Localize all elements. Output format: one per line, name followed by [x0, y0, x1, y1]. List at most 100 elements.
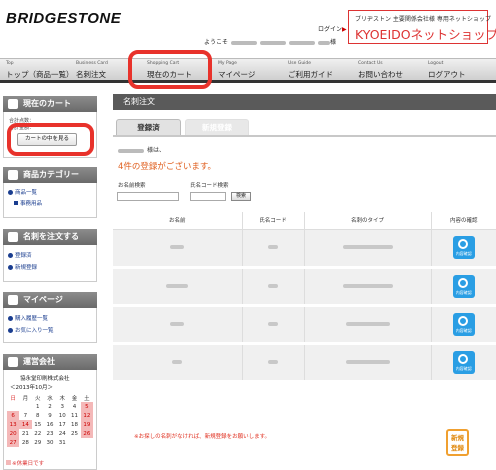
cell-type — [304, 343, 432, 383]
calendar-weekday: 火 — [34, 395, 41, 402]
view-details-icon[interactable]: 内容確認 — [452, 274, 475, 298]
redacted-text — [170, 321, 185, 326]
calendar-weekday: 土 — [84, 395, 90, 402]
tab-new-registration[interactable]: 新規登録 — [185, 119, 249, 135]
calendar-day-holiday: 26 — [80, 429, 93, 438]
calendar-day — [81, 438, 93, 447]
login-link[interactable]: ログイン▶ — [318, 24, 347, 33]
nav-jp-label: 名刺注文 — [76, 70, 106, 79]
column-header: 内容の確認 — [431, 212, 496, 230]
view-details-icon[interactable]: 内容確認 — [452, 236, 475, 259]
name-search-input[interactable] — [117, 192, 179, 201]
calendar-day-holiday: 14 — [19, 420, 32, 429]
tab-registered[interactable]: 登録済 — [116, 119, 181, 135]
holiday-swatch — [6, 460, 11, 465]
calendar-weekday: 金 — [71, 395, 78, 402]
bullet-icon — [8, 252, 13, 258]
card-order-section-title: 名刺を注文する — [23, 232, 79, 241]
cell-detail: 内容確認 — [431, 305, 496, 345]
calendar-day-holiday: 20 — [7, 429, 20, 438]
view-details-icon[interactable]: 内容確認 — [452, 350, 475, 374]
card-order-registered[interactable]: 登録済 — [8, 251, 32, 259]
mypage-favorites[interactable]: お気に入り一覧 — [8, 326, 54, 334]
magnifier-icon — [457, 315, 468, 326]
calendar-day: 15 — [34, 421, 42, 428]
calendar-weekday: 月 — [22, 395, 29, 402]
calendar-day: 11 — [71, 412, 79, 419]
calendar-day: 29 — [34, 439, 42, 446]
column-header: 氏名コード — [242, 212, 305, 230]
calendar-day: 24 — [58, 430, 66, 437]
calendar-day-holiday: 19 — [80, 420, 93, 429]
calendar-day: 10 — [58, 412, 66, 419]
column-header: お名前 — [113, 212, 243, 230]
redacted-text — [268, 359, 278, 364]
magnifier-icon — [457, 239, 468, 249]
calendar-weekday: 木 — [59, 395, 66, 402]
table-row: 内容確認 — [113, 305, 496, 345]
mypage-purchase-history[interactable]: 購入履歴一覧 — [8, 314, 48, 322]
login-label: ログイン — [318, 26, 343, 33]
nav-jp-label: ログアウト — [428, 70, 466, 79]
calendar-day: 4 — [72, 403, 77, 410]
site-name: KYOEIDOネットショップ — [355, 27, 496, 42]
user-name-redacted — [289, 40, 316, 45]
redacted-text — [170, 245, 185, 249]
calendar-weekday: 水 — [47, 395, 53, 402]
building-icon — [8, 357, 18, 367]
view-details-icon[interactable]: 内容確認 — [452, 312, 475, 336]
mypage-item-label: お気に入り一覧 — [15, 328, 54, 334]
view-details-label: 内容確認 — [455, 327, 472, 333]
category-item-label: 商品一覧 — [15, 190, 38, 196]
calendar-month: ＜2013年10月＞ — [10, 385, 53, 391]
cell-type — [304, 229, 432, 269]
site-subtitle: ブリヂストン 主要関係会社様 専用ネットショップ — [355, 16, 491, 23]
cell-type — [304, 305, 432, 345]
cell-name — [113, 305, 243, 345]
cart-section-header: 現在のカート — [3, 96, 97, 112]
redacted-text — [172, 359, 183, 364]
new-button-line: 新規 — [451, 434, 464, 442]
user-greeting: 様は、 — [118, 145, 165, 154]
nav-jp-label: トップ（商品一覧） — [6, 70, 74, 79]
calendar-note: ※休業日です — [6, 459, 44, 467]
table-row: 内容確認 — [113, 343, 496, 383]
card-order-new[interactable]: 新規登録 — [8, 263, 37, 271]
code-search-label: 氏名コード検索 — [190, 183, 229, 189]
cell-detail: 内容確認 — [431, 343, 496, 383]
search-button[interactable]: 検索 — [231, 192, 251, 201]
redacted-text — [342, 245, 393, 249]
new-registration-button[interactable]: 新規 登録 — [446, 429, 469, 456]
nav-jp-label: マイページ — [218, 70, 256, 79]
company-name: 協永堂印刷株式会社 — [20, 376, 70, 382]
kyoeido-banner[interactable]: ブリヂストン 主要関係会社様 専用ネットショップ KYOEIDOネットショップ — [348, 10, 496, 44]
bridgestone-logo: BRIDGESTONE — [6, 10, 122, 27]
code-search-input[interactable] — [190, 192, 226, 201]
category-item-products[interactable]: 商品一覧 — [8, 188, 37, 196]
calendar-day: 16 — [46, 421, 54, 428]
calendar-day: 3 — [60, 403, 65, 410]
column-header: 名刺のタイプ — [304, 212, 432, 230]
calendar-day: 18 — [71, 421, 79, 428]
cell-name — [113, 267, 243, 307]
nav-jp-label: ご利用ガイド — [288, 70, 333, 79]
bullet-icon — [8, 327, 13, 333]
highlight-shopping-cart-nav — [128, 50, 212, 89]
nav-en-label: Business Card — [76, 61, 108, 66]
mypage-section-header: マイページ — [3, 292, 97, 308]
cell-code — [242, 229, 305, 269]
table-row: 内容確認 — [113, 267, 496, 307]
category-item-office[interactable]: 事務用品 — [14, 199, 42, 207]
nav-en-label: Contact Us — [358, 61, 383, 66]
view-details-label: 内容確認 — [455, 365, 472, 371]
arrow-icon: ▶ — [342, 26, 347, 33]
card-order-item-label: 新規登録 — [15, 265, 38, 271]
redacted-text — [268, 321, 278, 326]
category-item-label: 事務用品 — [20, 201, 43, 207]
bullet-icon — [8, 264, 13, 270]
company-section-header: 運営会社 — [3, 354, 97, 370]
name-search-label: お名前検索 — [118, 183, 146, 189]
redacted-text — [342, 283, 393, 288]
registered-cards-table: お名前 氏名コード 名刺のタイプ 内容の確認 内容確認 内容確認 内容確認 内容… — [113, 212, 496, 383]
highlight-view-cart-button — [7, 123, 94, 156]
